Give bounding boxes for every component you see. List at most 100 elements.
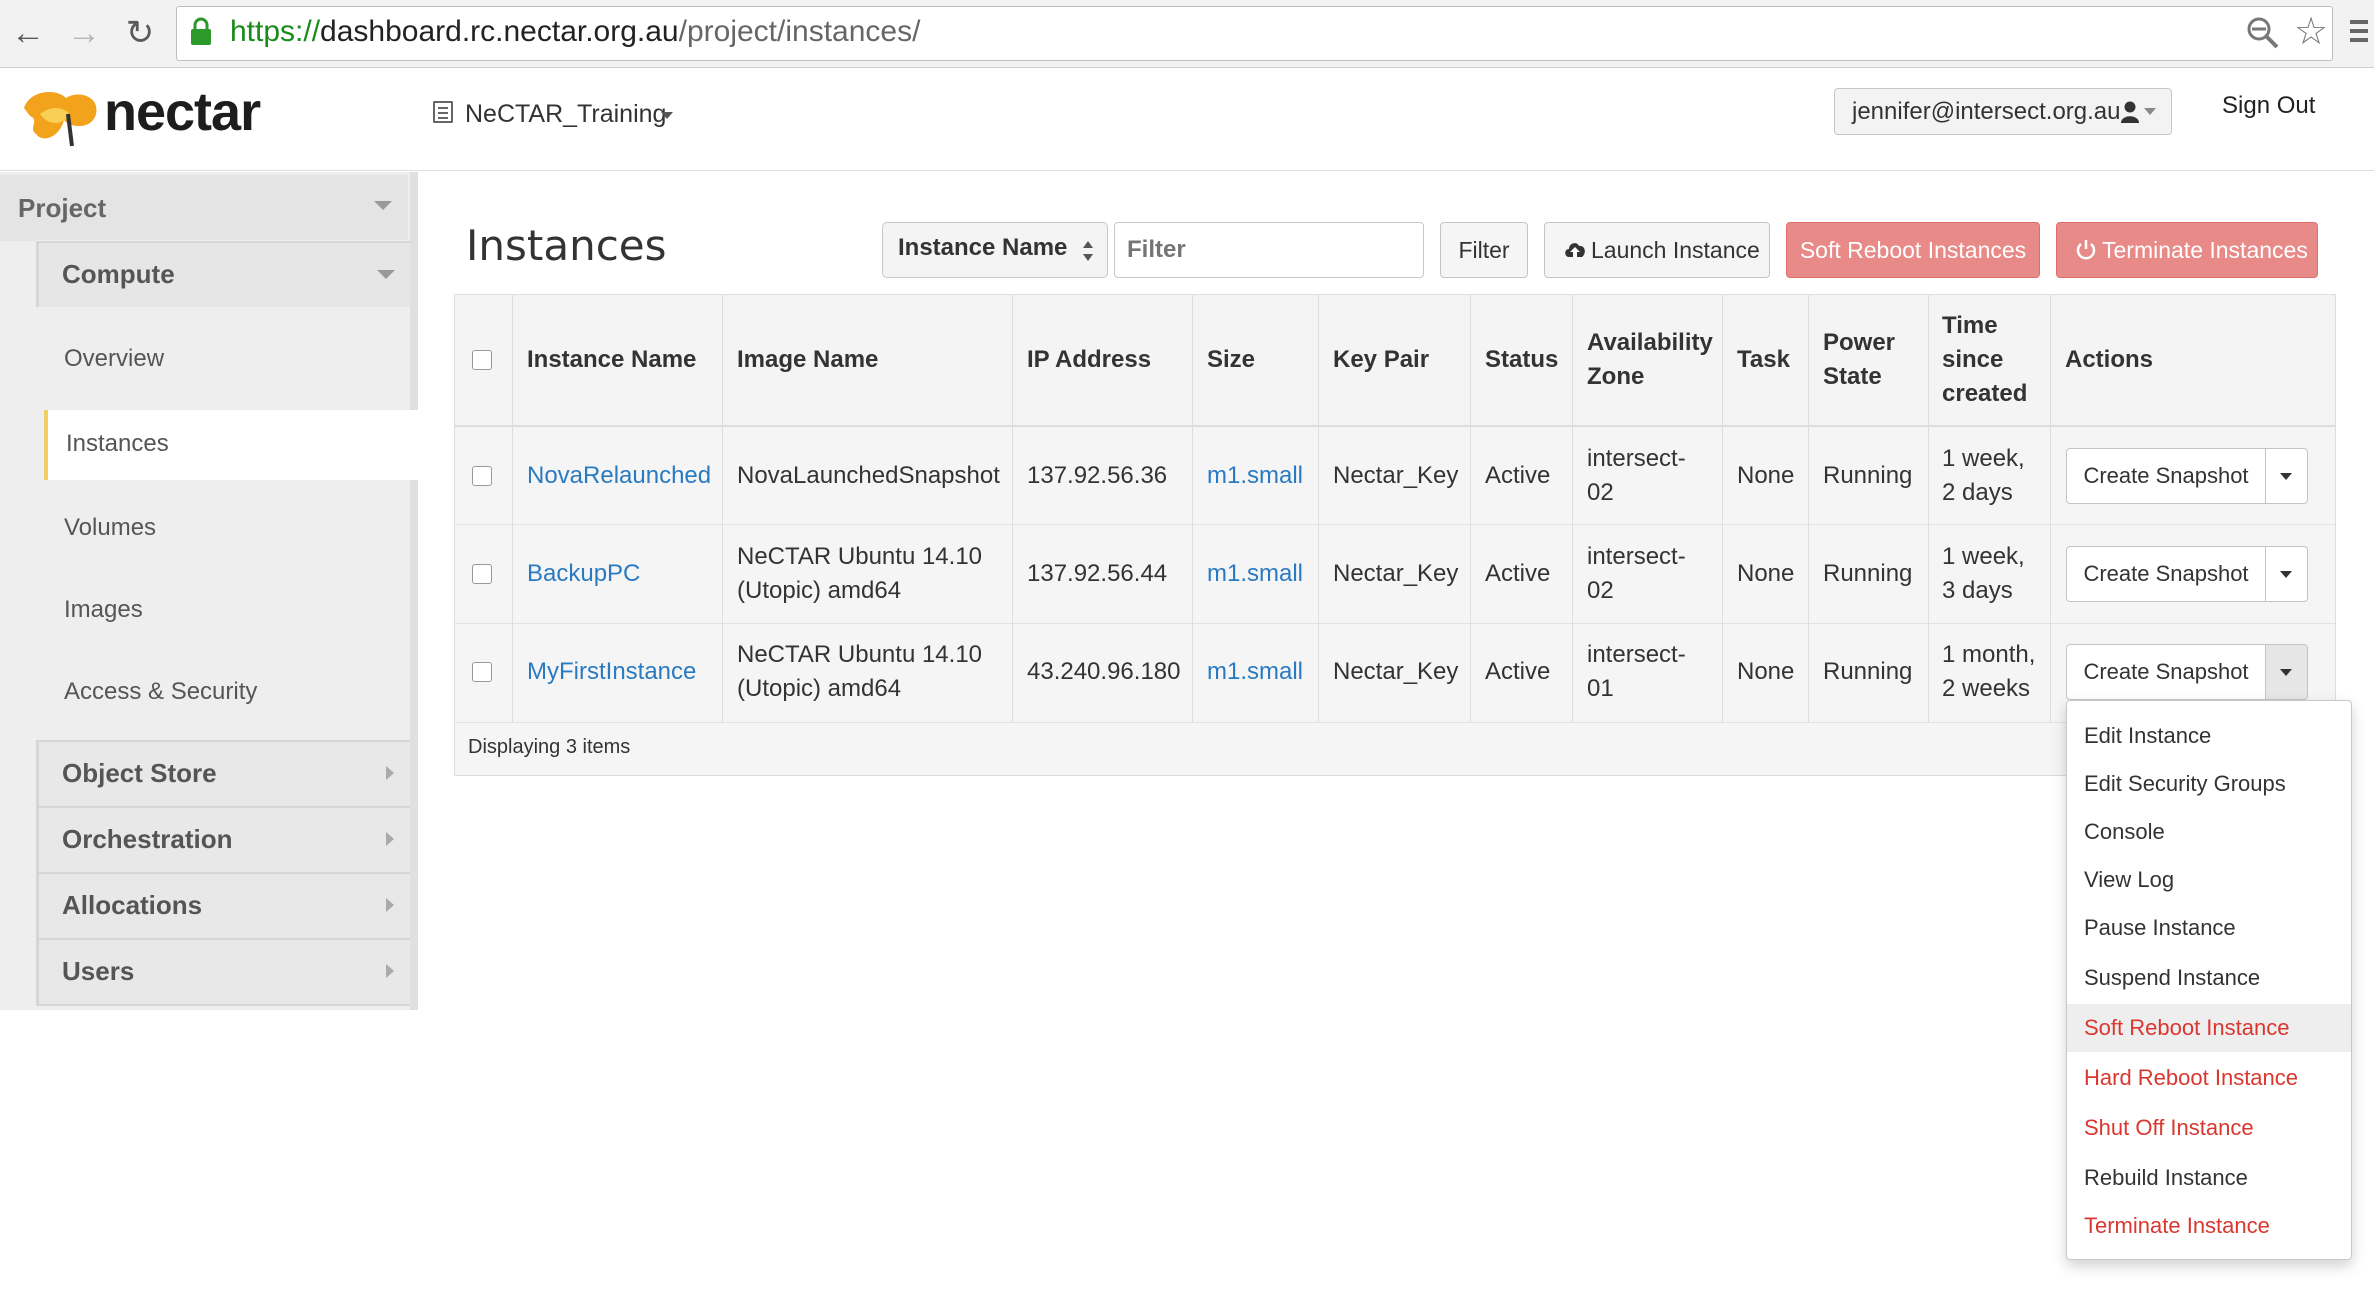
column-header-power-state[interactable]: State bbox=[1823, 360, 1882, 394]
project-list-icon[interactable] bbox=[433, 101, 453, 123]
power-state: Running bbox=[1823, 560, 1913, 587]
size-link[interactable]: m1.small bbox=[1207, 459, 1303, 493]
actions-dropdown-toggle[interactable] bbox=[2266, 644, 2308, 700]
logo-text[interactable]: nectar bbox=[104, 82, 261, 142]
menu-item-soft-reboot-instance[interactable]: Soft Reboot Instance bbox=[2084, 1013, 2289, 1043]
availability-zone: intersect- bbox=[1587, 543, 1686, 570]
sidebar-item-overview[interactable]: Overview bbox=[64, 343, 164, 375]
chevron-down-icon bbox=[374, 201, 392, 210]
column-header-key-pair[interactable]: Key Pair bbox=[1333, 343, 1429, 377]
url-text[interactable]: https://dashboard.rc.nectar.org.au/proje… bbox=[230, 12, 920, 52]
sign-out-link[interactable]: Sign Out bbox=[2222, 90, 2315, 122]
column-header-time-created[interactable]: Time bbox=[1942, 309, 1998, 343]
project-caret-icon[interactable] bbox=[661, 112, 673, 119]
menu-item-view-log[interactable]: View Log bbox=[2084, 865, 2174, 895]
instance-name-link[interactable]: MyFirstInstance bbox=[527, 655, 696, 689]
ip-address: 137.92.56.44 bbox=[1027, 560, 1168, 587]
filter-button[interactable]: Filter bbox=[1440, 222, 1528, 278]
project-selector[interactable]: NeCTAR_Training bbox=[465, 98, 666, 130]
column-header-time-created[interactable]: created bbox=[1942, 377, 2027, 411]
task: None bbox=[1737, 658, 1795, 685]
key-pair: Nectar_Key bbox=[1333, 560, 1459, 587]
row-checkbox[interactable] bbox=[472, 564, 492, 584]
availability-zone: intersect- bbox=[1587, 445, 1686, 472]
user-email[interactable]: jennifer@intersect.org.au bbox=[1852, 96, 2121, 128]
forward-arrow-icon[interactable]: → bbox=[62, 10, 106, 56]
sidebar-item-images[interactable]: Images bbox=[64, 594, 143, 626]
menu-item-terminate-instance[interactable]: Terminate Instance bbox=[2084, 1211, 2270, 1241]
user-caret-icon[interactable] bbox=[2144, 108, 2156, 115]
zoom-icon[interactable] bbox=[2246, 16, 2280, 50]
column-header-instance-name[interactable]: Instance Name bbox=[527, 343, 696, 377]
size-link[interactable]: m1.small bbox=[1207, 557, 1303, 591]
terminate-instances-label: Terminate Instances bbox=[2102, 237, 2308, 263]
soft-reboot-instances-button[interactable]: Soft Reboot Instances bbox=[1786, 222, 2040, 278]
menu-item-edit-instance[interactable]: Edit Instance bbox=[2084, 721, 2211, 751]
availability-zone: intersect- bbox=[1587, 641, 1686, 668]
select-all-checkbox[interactable] bbox=[472, 350, 492, 370]
create-snapshot-button[interactable]: Create Snapshot bbox=[2066, 644, 2266, 700]
menu-item-console[interactable]: Console bbox=[2084, 817, 2165, 847]
instance-name-link[interactable]: BackupPC bbox=[527, 557, 640, 591]
row-checkbox[interactable] bbox=[472, 466, 492, 486]
menu-item-edit-security-groups[interactable]: Edit Security Groups bbox=[2084, 769, 2286, 799]
menu-item-pause-instance[interactable]: Pause Instance bbox=[2084, 913, 2236, 943]
sidebar-item-volumes[interactable]: Volumes bbox=[64, 512, 156, 544]
back-arrow-icon[interactable]: ← bbox=[6, 10, 50, 56]
column-header-size[interactable]: Size bbox=[1207, 343, 1255, 377]
actions-dropdown-toggle[interactable] bbox=[2266, 546, 2308, 602]
column-header-power-state[interactable]: Power bbox=[1823, 326, 1895, 360]
power-icon bbox=[2076, 240, 2096, 260]
terminate-instances-button[interactable]: Terminate Instances bbox=[2056, 222, 2318, 278]
sidebar-project-label: Project bbox=[18, 193, 107, 223]
sidebar-item-access-security[interactable]: Access & Security bbox=[64, 676, 257, 708]
availability-zone: 02 bbox=[1587, 479, 1614, 506]
caret-down-icon bbox=[2280, 473, 2292, 480]
ip-address: 137.92.56.36 bbox=[1027, 462, 1168, 489]
page-title: Instances bbox=[466, 221, 667, 270]
sidebar-group-label: Compute bbox=[62, 259, 175, 289]
time-created: 2 weeks bbox=[1942, 675, 2031, 702]
filter-field-label[interactable]: Instance Name bbox=[898, 232, 1067, 264]
image-name: NovaLaunchedSnapshot bbox=[737, 462, 1000, 489]
time-created: 1 week, bbox=[1942, 543, 2025, 570]
chevron-right-icon bbox=[386, 766, 394, 780]
column-header-availability-zone[interactable]: Availability bbox=[1587, 326, 1713, 360]
column-header-ip-address[interactable]: IP Address bbox=[1027, 343, 1151, 377]
column-divider bbox=[1928, 295, 1929, 723]
reload-icon[interactable]: ↻ bbox=[118, 10, 162, 56]
sidebar-item-instances[interactable]: Instances bbox=[66, 428, 169, 460]
column-divider bbox=[1808, 295, 1809, 723]
column-divider bbox=[1722, 295, 1723, 723]
launch-instance-button[interactable]: Launch Instance bbox=[1544, 222, 1770, 278]
menu-item-shut-off-instance[interactable]: Shut Off Instance bbox=[2084, 1113, 2254, 1143]
instance-name-link[interactable]: NovaRelaunched bbox=[527, 459, 711, 493]
sidebar-group-label: Orchestration bbox=[62, 824, 233, 854]
browser-menu-icon[interactable] bbox=[2350, 20, 2374, 47]
size-link[interactable]: m1.small bbox=[1207, 655, 1303, 689]
caret-down-icon bbox=[2280, 571, 2292, 578]
power-state: Running bbox=[1823, 658, 1913, 685]
filter-input[interactable] bbox=[1114, 222, 1424, 278]
menu-item-rebuild-instance[interactable]: Rebuild Instance bbox=[2084, 1163, 2248, 1193]
actions-dropdown-toggle[interactable] bbox=[2266, 448, 2308, 504]
task: None bbox=[1737, 560, 1795, 587]
row-checkbox[interactable] bbox=[472, 662, 492, 682]
menu-item-hard-reboot-instance[interactable]: Hard Reboot Instance bbox=[2084, 1063, 2298, 1093]
chevron-right-icon bbox=[386, 964, 394, 978]
column-header-time-created[interactable]: since bbox=[1942, 343, 2003, 377]
chevron-down-icon bbox=[377, 270, 395, 279]
bookmark-star-icon[interactable]: ☆ bbox=[2294, 12, 2328, 52]
column-header-image-name[interactable]: Image Name bbox=[737, 343, 878, 377]
menu-item-suspend-instance[interactable]: Suspend Instance bbox=[2084, 963, 2260, 993]
column-header-task[interactable]: Task bbox=[1737, 343, 1790, 377]
create-snapshot-button[interactable]: Create Snapshot bbox=[2066, 546, 2266, 602]
column-header-status[interactable]: Status bbox=[1485, 343, 1558, 377]
create-snapshot-button[interactable]: Create Snapshot bbox=[2066, 448, 2266, 504]
nectar-logo-icon bbox=[24, 92, 97, 147]
image-name: (Utopic) amd64 bbox=[737, 577, 902, 604]
status: Active bbox=[1485, 462, 1551, 489]
column-header-availability-zone[interactable]: Zone bbox=[1587, 360, 1644, 394]
ip-address: 43.240.96.180 bbox=[1027, 658, 1181, 685]
chevron-right-icon bbox=[386, 898, 394, 912]
